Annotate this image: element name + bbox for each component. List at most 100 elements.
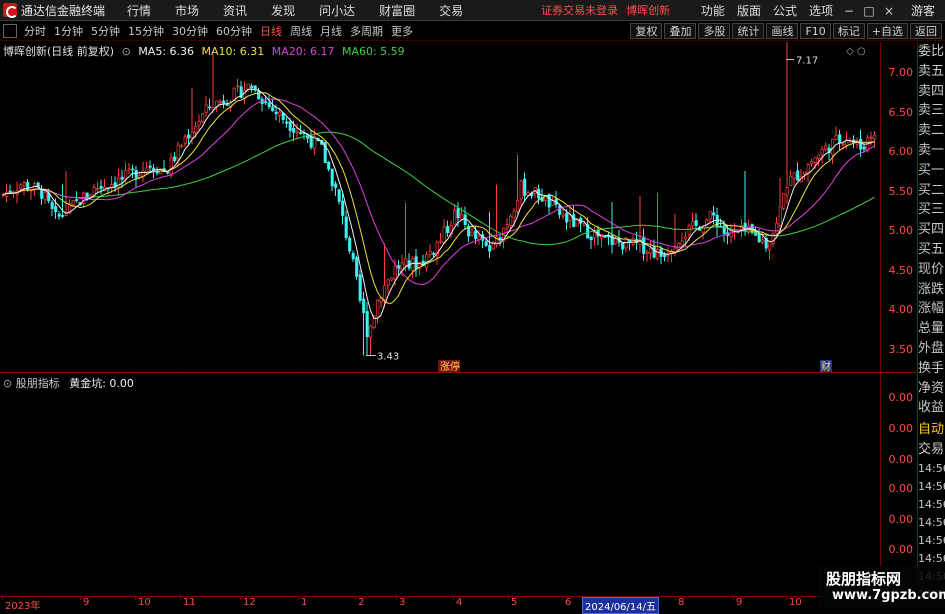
date-tick xyxy=(675,597,676,600)
menu-item-hangqing[interactable]: 行情 xyxy=(115,2,163,19)
quote-field-label: 卖四 xyxy=(918,83,945,99)
period-60min[interactable]: 60分钟 xyxy=(212,23,256,39)
menu-item-shichang[interactable]: 市场 xyxy=(163,2,211,19)
legend-settings-icon[interactable]: ⊙ xyxy=(122,45,131,58)
indicator-value: 黄金坑: 0.00 xyxy=(69,377,134,390)
quote-field-label: 换手 xyxy=(918,360,945,376)
candle xyxy=(369,324,373,356)
current-stock-link[interactable]: 博晖创新 xyxy=(626,2,670,18)
candle xyxy=(824,142,828,151)
tool-add-favorite-button[interactable]: +自选 xyxy=(866,23,908,39)
candle xyxy=(218,99,222,107)
quote-field-label: 卖二 xyxy=(918,123,945,139)
period-more-dropdown[interactable]: 更多 xyxy=(387,23,417,39)
menu-item-gongneng[interactable]: 功能 xyxy=(695,2,731,19)
menu-item-zixun[interactable]: 资讯 xyxy=(211,2,259,19)
menu-item-banmian[interactable]: 版面 xyxy=(731,2,767,19)
indicator-tick-label: 0.00 xyxy=(888,482,914,495)
candle xyxy=(568,206,572,229)
period-multi[interactable]: 多周期 xyxy=(346,23,387,39)
candle xyxy=(523,172,527,203)
app-title: 通达信金融终端 xyxy=(21,3,106,18)
period-monthly[interactable]: 月线 xyxy=(316,23,346,39)
candle xyxy=(775,216,779,235)
chart-title: 博晖创新(日线 前复权) xyxy=(3,45,115,58)
period-1min[interactable]: 1分钟 xyxy=(50,23,87,39)
indicator-tick-label: 0.00 xyxy=(888,391,914,404)
date-tick-label: 2023年 xyxy=(5,601,41,612)
period-30min[interactable]: 30分钟 xyxy=(168,23,212,39)
date-tick xyxy=(180,597,181,600)
period-weekly[interactable]: 周线 xyxy=(286,23,316,39)
indicator-settings-icon[interactable]: ⊙ xyxy=(3,377,12,390)
tool-huaxian-button[interactable]: 画线 xyxy=(766,23,799,39)
candle xyxy=(649,240,653,260)
candle xyxy=(673,213,677,257)
candle xyxy=(579,216,583,233)
maximize-icon[interactable]: □ xyxy=(859,4,879,18)
period-5min[interactable]: 5分钟 xyxy=(87,23,124,39)
candle xyxy=(533,187,537,198)
date-tick xyxy=(355,597,356,600)
finance-badge[interactable]: 财 xyxy=(821,360,831,372)
candle xyxy=(831,138,835,165)
candle xyxy=(740,219,744,238)
minimize-icon[interactable]: − xyxy=(839,4,859,18)
quote-field-label: 涨跌 xyxy=(918,281,945,297)
price-tick-label: 6.00 xyxy=(888,145,914,159)
candle xyxy=(467,223,471,243)
legend-ma60: MA60: 5.59 xyxy=(341,45,405,58)
date-tick-label: 1 xyxy=(301,597,308,608)
date-axis: 2024/06/14/五 2023年 9 10 11 12 1 2 3 4 5 6 8 9 10 xyxy=(0,596,880,614)
chart-nav-icons[interactable]: ◇ ○ xyxy=(846,46,866,57)
indicator-name[interactable]: 股朋指标 xyxy=(16,377,60,390)
candle xyxy=(334,180,338,196)
quote-field-label: 收益 xyxy=(918,400,945,416)
candle xyxy=(355,255,359,280)
candle xyxy=(453,203,457,225)
date-tick xyxy=(453,597,454,600)
quote-field-label: 买四 xyxy=(918,222,945,238)
indicator-tick-label: 0.00 xyxy=(888,543,914,556)
candlestick-chart[interactable]: 7.17 3.43 涨停 财 ◇ ○ xyxy=(0,42,880,372)
candle xyxy=(327,161,331,172)
menu-item-gongshi[interactable]: 公式 xyxy=(767,2,803,19)
panel-toggle-icon[interactable] xyxy=(3,24,17,38)
legend-ma5: MA5: 6.36 xyxy=(138,45,195,58)
menu-item-xuanxiang[interactable]: 选项 xyxy=(803,2,839,19)
candle xyxy=(607,232,611,246)
tool-back-button[interactable]: 返回 xyxy=(910,23,942,39)
candle xyxy=(778,177,782,234)
candle xyxy=(383,243,387,308)
indicator-tick-label: 0.00 xyxy=(888,453,914,466)
limit-up-badge[interactable]: 涨停 xyxy=(440,360,460,372)
menu-item-wenxiaoda[interactable]: 问小达 xyxy=(307,2,367,19)
menu-item-faxian[interactable]: 发现 xyxy=(259,2,307,19)
candle xyxy=(470,225,474,237)
tick-time: 14:56 xyxy=(918,533,945,547)
indicator-chart[interactable] xyxy=(0,373,880,595)
period-daily[interactable]: 日线 xyxy=(256,23,286,39)
candle xyxy=(176,141,180,168)
tool-tongji-button[interactable]: 统计 xyxy=(732,23,765,39)
tool-diejia-button[interactable]: 叠加 xyxy=(664,23,697,39)
price-tick-label: 5.50 xyxy=(888,184,914,198)
candle xyxy=(838,129,842,151)
trade-login-warning[interactable]: 证券交易未登录 xyxy=(541,2,618,18)
tool-f10-button[interactable]: F10 xyxy=(800,23,831,39)
candle xyxy=(782,193,786,211)
candle xyxy=(40,185,44,205)
close-icon[interactable]: × xyxy=(879,4,899,18)
menu-item-jiaoyi[interactable]: 交易 xyxy=(427,2,475,19)
period-toolbar: 分时 1分钟 5分钟 15分钟 30分钟 60分钟 日线 周线 月线 多周期 更… xyxy=(0,22,945,41)
period-15min[interactable]: 15分钟 xyxy=(124,23,168,39)
quote-field-label: 卖五 xyxy=(918,63,945,79)
tool-fuquan-button[interactable]: 复权 xyxy=(630,23,663,39)
guest-user-label[interactable]: 游客 xyxy=(905,2,941,19)
candle xyxy=(285,117,289,128)
menu-item-caifuquan[interactable]: 财富圈 xyxy=(367,2,427,19)
tool-duogu-button[interactable]: 多股 xyxy=(698,23,731,39)
menu-bar: 通达信金融终端 行情 市场 资讯 发现 问小达 财富圈 交易 证券交易未登录 博… xyxy=(0,0,945,21)
period-fenshi[interactable]: 分时 xyxy=(20,23,50,39)
tool-biaoji-button[interactable]: 标记 xyxy=(832,23,865,39)
